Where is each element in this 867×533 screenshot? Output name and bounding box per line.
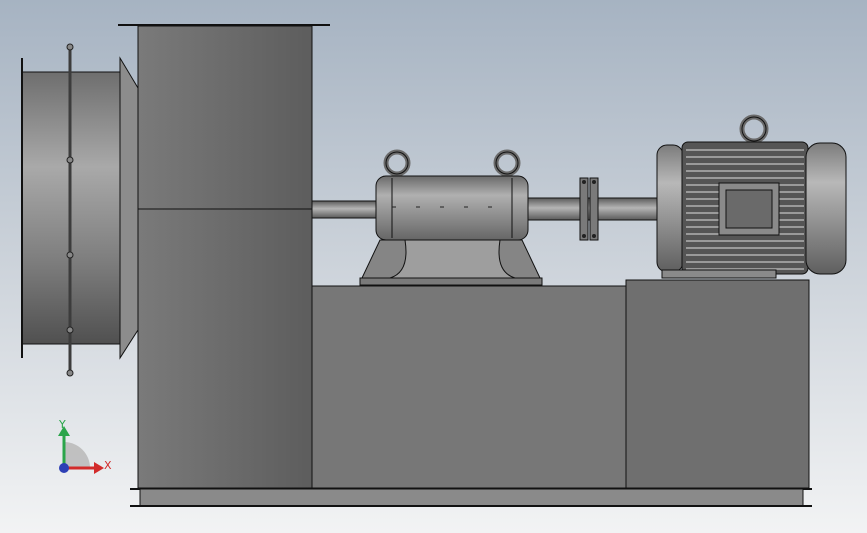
bearing-housing[interactable] — [359, 149, 543, 286]
fan-housing[interactable] — [118, 24, 330, 489]
triad-x-label: X — [104, 459, 112, 472]
triad-y-label: Y — [58, 418, 66, 431]
electric-motor[interactable] — [656, 114, 847, 279]
inlet-duct[interactable] — [21, 43, 139, 377]
coordinate-triad-icon — [58, 426, 104, 474]
fan-assembly-drawing: Y X — [21, 24, 847, 507]
cad-graphics-viewport[interactable]: Y X — [0, 0, 867, 533]
